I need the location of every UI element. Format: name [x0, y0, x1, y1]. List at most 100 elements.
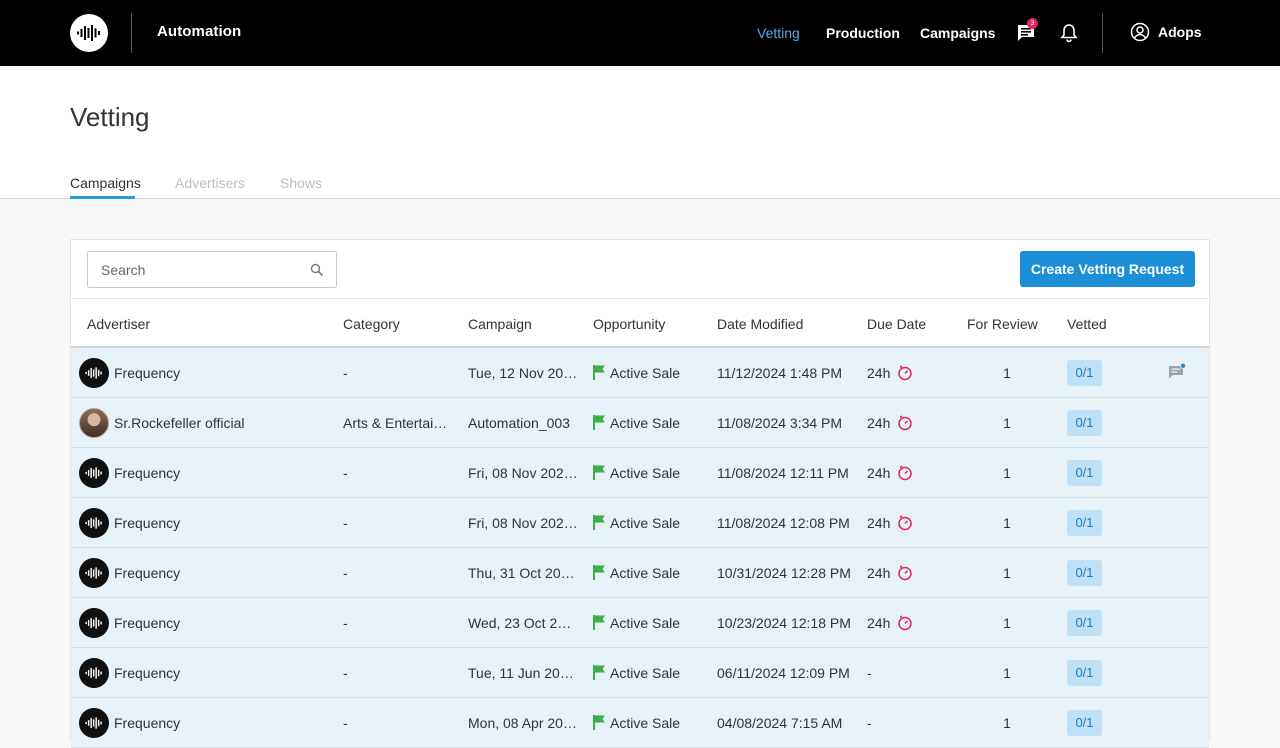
date-modified: 10/23/2024 12:18 PM	[717, 615, 851, 631]
waveform-logo-icon	[85, 617, 102, 629]
waveform-logo-icon	[85, 517, 102, 529]
advertiser-name: Frequency	[114, 565, 181, 581]
opportunity-status: Active Sale	[610, 665, 681, 681]
nav-vetting[interactable]: Vetting	[757, 25, 800, 41]
advertiser-avatar	[79, 658, 109, 688]
app-title: Automation	[157, 23, 242, 40]
column-header-opportunity[interactable]: Opportunity	[593, 316, 665, 332]
column-header-date-modified[interactable]: Date Modified	[717, 316, 803, 332]
user-circle-icon	[1130, 22, 1150, 42]
campaign-name[interactable]: Tue, 12 Nov 2024 ...	[468, 365, 578, 381]
table-row[interactable]: Frequency - Mon, 08 Apr 2024 ... Active Sal…	[71, 698, 1209, 748]
search-icon[interactable]	[310, 263, 324, 277]
campaign-name[interactable]: Wed, 23 Oct 2024 ...	[468, 615, 578, 631]
page-header: Vetting Campaigns Advertisers Shows	[0, 66, 1280, 199]
messages-button[interactable]: 3	[1014, 18, 1038, 45]
date-modified: 04/08/2024 7:15 AM	[717, 715, 843, 731]
nav-production[interactable]: Production	[826, 25, 900, 41]
table-row[interactable]: Frequency - Wed, 23 Oct 2024 ... Active Sal…	[71, 598, 1209, 648]
for-review-count: 1	[1003, 415, 1011, 431]
column-header-vetted[interactable]: Vetted	[1067, 316, 1107, 332]
advertiser-name: Frequency	[114, 715, 181, 731]
user-name: Adops	[1158, 24, 1202, 40]
waveform-logo-icon	[85, 567, 102, 579]
advertiser-avatar	[79, 558, 109, 588]
vetted-status[interactable]: 0/1	[1067, 510, 1102, 536]
advertiser-avatar	[79, 708, 109, 738]
tab-shows[interactable]: Shows	[280, 175, 322, 191]
top-bar: Automation Vetting Production Campaigns …	[0, 0, 1280, 66]
campaign-name[interactable]: Tue, 11 Jun 2024 ...	[468, 665, 578, 681]
category: -	[343, 515, 348, 531]
date-modified: 11/08/2024 3:34 PM	[717, 415, 843, 431]
table-row[interactable]: Frequency - Tue, 12 Nov 2024 ... Active Sal…	[71, 348, 1209, 398]
advertiser-name: Frequency	[114, 665, 181, 681]
campaign-name[interactable]: Fri, 08 Nov 2024 ...	[468, 465, 578, 481]
table-row[interactable]: Frequency - Thu, 31 Oct 2024 ... Active Sal…	[71, 548, 1209, 598]
advertiser-name: Frequency	[114, 615, 181, 631]
flag-icon	[593, 465, 605, 480]
comment-icon[interactable]	[1168, 363, 1186, 381]
table-row[interactable]: Frequency - Fri, 08 Nov 2024 ... Active Sal…	[71, 448, 1209, 498]
due-date: 24h	[867, 365, 891, 381]
vetted-status[interactable]: 0/1	[1067, 710, 1102, 736]
for-review-count: 1	[1003, 465, 1011, 481]
opportunity-status: Active Sale	[610, 415, 681, 431]
for-review-count: 1	[1003, 615, 1011, 631]
campaign-name[interactable]: Mon, 08 Apr 2024 ...	[468, 715, 578, 731]
table-row[interactable]: Frequency - Tue, 11 Jun 2024 ... Active Sal…	[71, 648, 1209, 698]
vetting-table-card: Create Vetting Request Advertiser Catego…	[70, 239, 1210, 748]
date-modified: 11/08/2024 12:11 PM	[717, 465, 849, 481]
flag-icon	[593, 415, 605, 430]
page-title: Vetting	[70, 102, 150, 132]
messages-badge: 3	[1027, 18, 1038, 29]
vetted-status[interactable]: 0/1	[1067, 610, 1102, 636]
vetted-status[interactable]: 0/1	[1067, 560, 1102, 586]
advertiser-avatar	[79, 408, 109, 438]
advertiser-avatar	[79, 608, 109, 638]
column-header-category[interactable]: Category	[343, 316, 400, 332]
bell-icon	[1060, 24, 1078, 43]
column-header-advertiser[interactable]: Advertiser	[87, 316, 150, 332]
opportunity-status: Active Sale	[610, 365, 681, 381]
due-date: 24h	[867, 615, 891, 631]
for-review-count: 1	[1003, 715, 1011, 731]
vetted-status[interactable]: 0/1	[1067, 660, 1102, 686]
tab-campaigns[interactable]: Campaigns	[70, 175, 141, 191]
notifications-button[interactable]	[1057, 21, 1081, 45]
flag-icon	[593, 365, 605, 380]
waveform-logo-icon	[85, 667, 102, 679]
vetted-status[interactable]: 0/1	[1067, 410, 1102, 436]
column-header-due-date[interactable]: Due Date	[867, 316, 926, 332]
timer-icon	[898, 615, 912, 631]
column-header-for-review[interactable]: For Review	[967, 316, 1038, 332]
column-header-campaign[interactable]: Campaign	[468, 316, 532, 332]
vetted-status[interactable]: 0/1	[1067, 460, 1102, 486]
category: -	[343, 465, 348, 481]
advertiser-name: Frequency	[114, 365, 181, 381]
category: Arts & Entertainment	[343, 415, 453, 431]
waveform-logo-icon[interactable]	[70, 14, 108, 52]
due-date: 24h	[867, 465, 891, 481]
due-date: 24h	[867, 415, 891, 431]
category: -	[343, 615, 348, 631]
table-row[interactable]: Frequency - Fri, 08 Nov 2024 ... Active Sal…	[71, 498, 1209, 548]
tab-advertisers[interactable]: Advertisers	[175, 175, 245, 191]
campaign-name[interactable]: Thu, 31 Oct 2024 ...	[468, 565, 578, 581]
campaign-name[interactable]: Fri, 08 Nov 2024 ...	[468, 515, 578, 531]
category: -	[343, 665, 348, 681]
table-row[interactable]: Sr.Rockefeller official Arts & Entertainm…	[71, 398, 1209, 448]
campaign-name[interactable]: Automation_003	[468, 415, 578, 431]
advertiser-name: Frequency	[114, 465, 181, 481]
search-input[interactable]	[88, 252, 298, 287]
user-menu[interactable]: Adops	[1130, 22, 1202, 42]
timer-icon	[898, 365, 912, 381]
due-date: -	[867, 665, 872, 681]
date-modified: 06/11/2024 12:09 PM	[717, 665, 850, 681]
vetted-status[interactable]: 0/1	[1067, 360, 1102, 386]
create-vetting-request-button[interactable]: Create Vetting Request	[1020, 251, 1195, 287]
waveform-logo-icon	[85, 367, 102, 379]
nav-campaigns[interactable]: Campaigns	[920, 25, 995, 41]
date-modified: 11/12/2024 1:48 PM	[717, 365, 843, 381]
for-review-count: 1	[1003, 665, 1011, 681]
